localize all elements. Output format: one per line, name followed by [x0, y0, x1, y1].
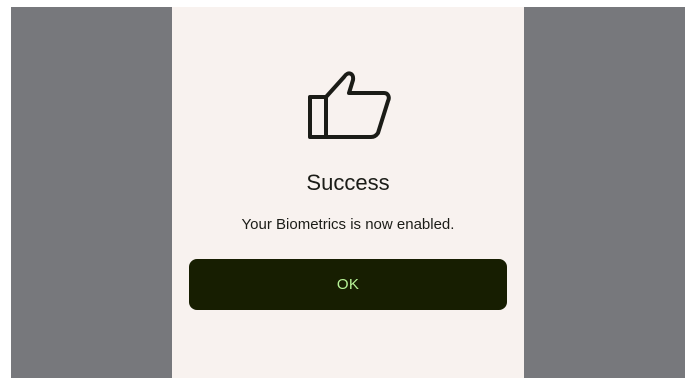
dialog-message: Your Biometrics is now enabled.: [241, 216, 455, 233]
modal-backdrop: Success Your Biometrics is now enabled. …: [11, 7, 685, 378]
dialog-title: Success: [306, 170, 390, 195]
success-dialog: Success Your Biometrics is now enabled. …: [172, 7, 524, 378]
ok-button[interactable]: OK: [189, 259, 507, 310]
thumbs-up-icon: [304, 65, 394, 145]
ok-button-label: OK: [336, 276, 360, 293]
